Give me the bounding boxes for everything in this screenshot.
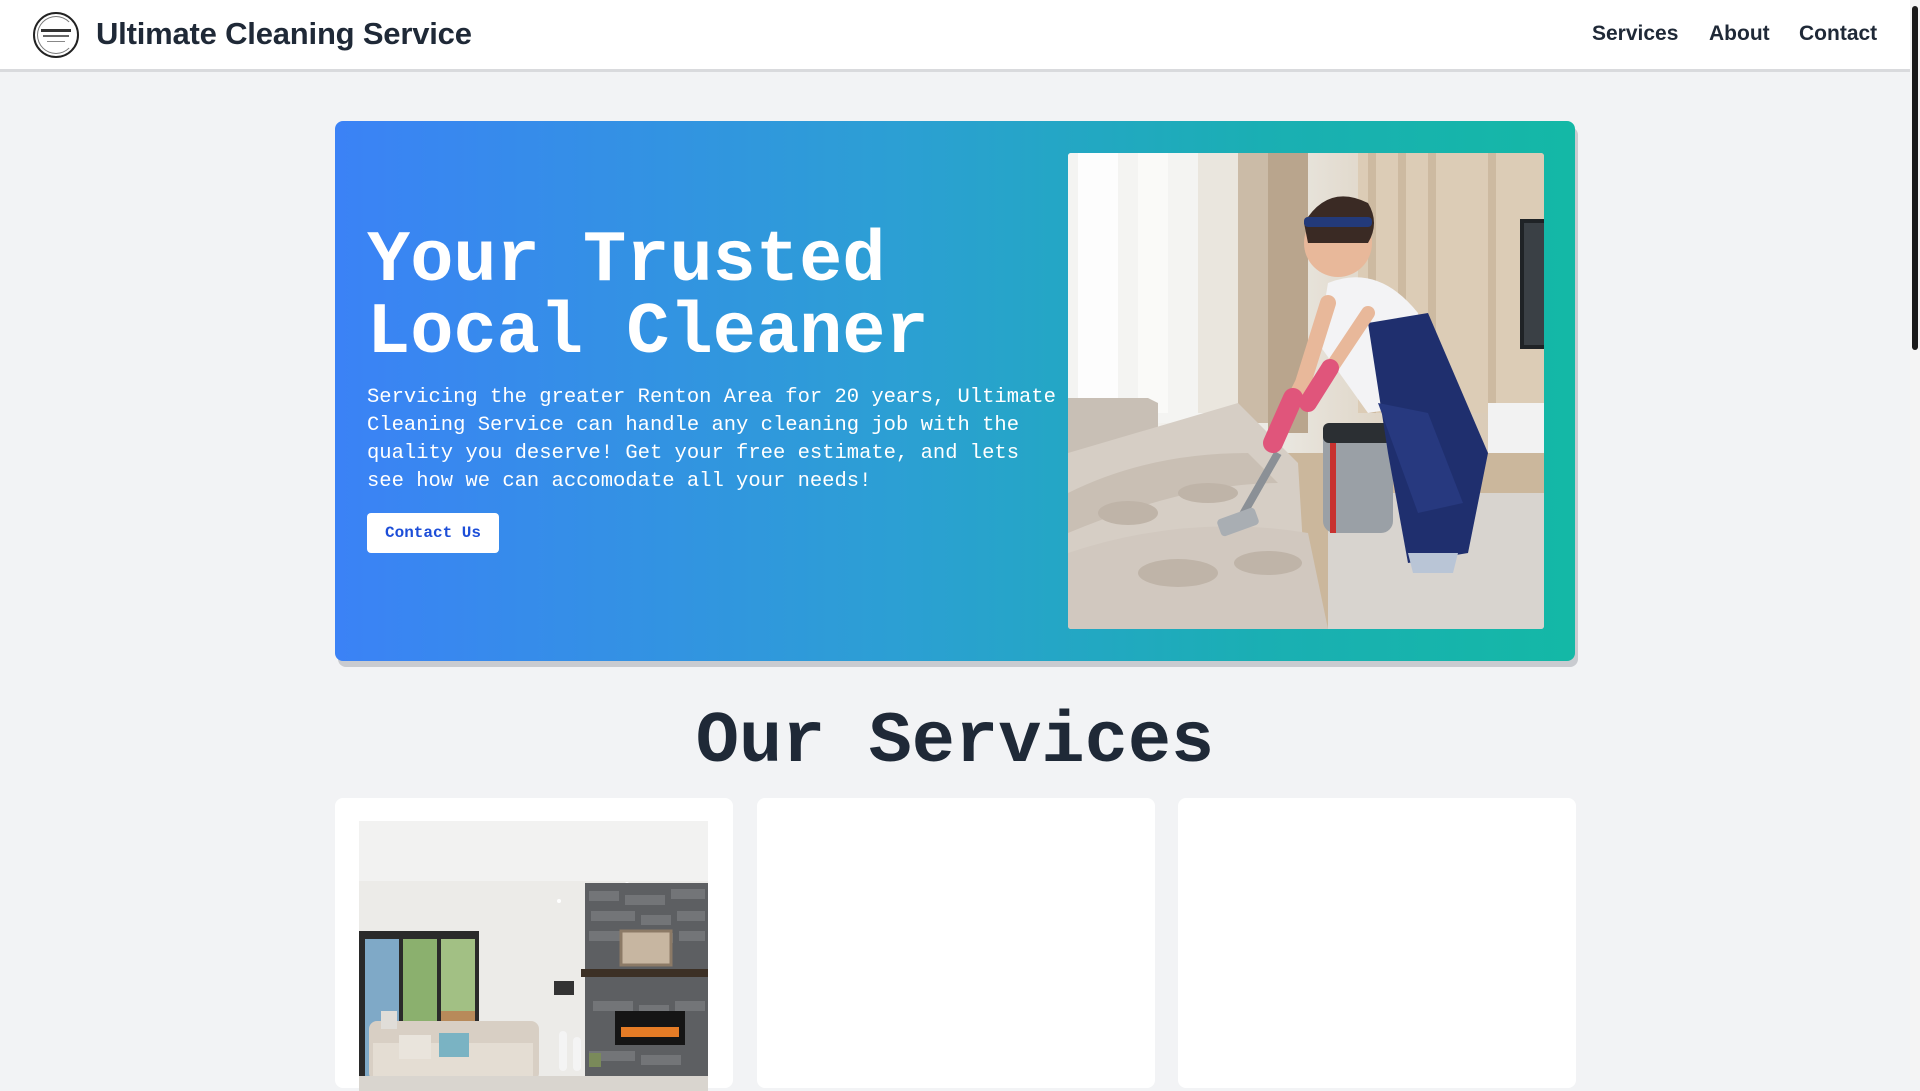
nav-about-link[interactable]: About: [1709, 22, 1770, 46]
nav-services-link[interactable]: Services: [1592, 22, 1678, 46]
logo[interactable]: [33, 12, 79, 58]
nav-contact-link[interactable]: Contact: [1799, 22, 1877, 46]
hero-cleaner-image: [1068, 153, 1544, 629]
service-card[interactable]: [757, 798, 1155, 1088]
hero-title-line: Your Trusted: [367, 220, 886, 302]
brand-name[interactable]: Ultimate Cleaning Service: [96, 16, 472, 52]
logo-mark: [41, 29, 71, 32]
services-section-title: Our Services: [695, 701, 1215, 783]
living-room-illustration: [359, 821, 708, 1091]
site-header: Ultimate Cleaning Service Services About…: [0, 0, 1910, 72]
service-card[interactable]: [335, 798, 733, 1091]
hero-title-line: Local Cleaner: [367, 292, 929, 374]
logo-mark: [43, 35, 69, 37]
hero-banner: Your Trusted Local Cleaner Servicing the…: [335, 121, 1575, 661]
service-card[interactable]: [1178, 798, 1576, 1088]
living-room-image: [359, 821, 708, 1091]
hero-title: Your Trusted Local Cleaner: [367, 225, 1067, 369]
logo-mark: [47, 41, 65, 42]
contact-us-button[interactable]: Contact Us: [367, 513, 499, 553]
hero-image-illustration: [1068, 153, 1544, 629]
hero-description: Servicing the greater Renton Area for 20…: [367, 386, 1056, 493]
scrollbar-thumb[interactable]: [1912, 6, 1918, 350]
